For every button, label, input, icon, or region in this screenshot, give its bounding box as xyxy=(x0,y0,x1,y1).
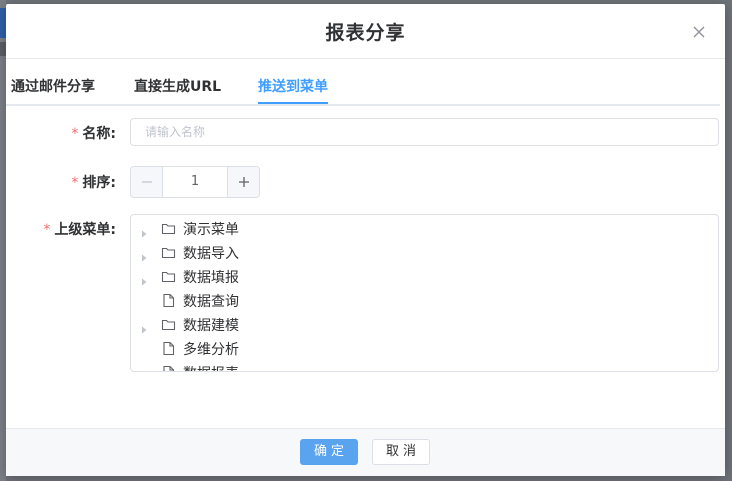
caret-right-icon[interactable] xyxy=(139,248,149,262)
confirm-button[interactable]: 确定 xyxy=(300,439,358,465)
cancel-button[interactable]: 取消 xyxy=(372,439,430,465)
folder-icon xyxy=(161,245,176,260)
minus-icon xyxy=(141,181,152,183)
tab-generate-url[interactable]: 直接生成URL xyxy=(134,76,221,96)
order-label: * 排序: xyxy=(71,172,116,192)
caret-right-icon[interactable] xyxy=(139,320,149,334)
tree-node-label: 数据查询 xyxy=(183,294,239,310)
tree-node[interactable]: 数据导入 xyxy=(131,241,718,265)
order-label-text: 排序: xyxy=(82,175,116,191)
dialog-footer: 确定 取消 xyxy=(6,428,725,476)
name-label: * 名称: xyxy=(71,123,116,143)
close-button[interactable] xyxy=(691,24,707,40)
dialog-title: 报表分享 xyxy=(325,22,406,44)
tree-node[interactable]: 数据查询 xyxy=(131,289,718,313)
parent-menu-label: * 上级菜单: xyxy=(43,219,116,239)
plus-icon xyxy=(238,177,249,187)
report-share-dialog: 报表分享 通过邮件分享 直接生成URL 推送到菜单 *名称: *排序: 1 *上… xyxy=(6,4,725,476)
order-value[interactable]: 1 xyxy=(163,167,227,197)
tree-node[interactable]: 数据建模 xyxy=(131,313,718,337)
parent-menu-tree[interactable]: 演示菜单数据导入数据填报数据查询数据建模多维分析数据报表 xyxy=(130,214,719,372)
caret-right-icon[interactable] xyxy=(139,224,149,238)
required-mark: * xyxy=(71,175,79,191)
tree-node-label: 数据导入 xyxy=(183,246,239,262)
caret-right-icon[interactable] xyxy=(139,272,149,286)
close-icon xyxy=(693,26,705,38)
share-tabs: 通过邮件分享 直接生成URL 推送到菜单 xyxy=(6,62,720,106)
active-tab-indicator xyxy=(258,102,328,104)
order-stepper: 1 xyxy=(130,166,260,198)
folder-icon xyxy=(161,221,176,236)
parent-menu-label-text: 上级菜单: xyxy=(54,222,116,238)
folder-icon xyxy=(161,317,176,332)
name-label-text: 名称: xyxy=(82,126,116,142)
increment-button[interactable] xyxy=(227,167,259,197)
tree-node-label: 数据建模 xyxy=(183,318,239,334)
tree-node[interactable]: 数据填报 xyxy=(131,265,718,289)
tree-node[interactable]: 多维分析 xyxy=(131,337,718,361)
tree-node-label: 数据填报 xyxy=(183,270,239,286)
file-icon xyxy=(161,365,176,371)
dialog-header: 报表分享 xyxy=(6,4,725,59)
tree-node-label: 多维分析 xyxy=(183,342,239,358)
tree-node[interactable]: 演示菜单 xyxy=(131,217,718,241)
file-icon xyxy=(161,293,176,308)
name-input[interactable] xyxy=(130,118,719,146)
file-icon xyxy=(161,341,176,356)
tree-node-label: 数据报表 xyxy=(183,363,239,371)
tree-node-label: 演示菜单 xyxy=(183,222,239,238)
decrement-button[interactable] xyxy=(131,167,163,197)
required-mark: * xyxy=(71,126,79,142)
tab-push-to-menu[interactable]: 推送到菜单 xyxy=(258,76,328,96)
folder-icon xyxy=(161,269,176,284)
required-mark: * xyxy=(43,222,51,238)
tab-email-share[interactable]: 通过邮件分享 xyxy=(11,76,95,96)
tree-node[interactable]: 数据报表 xyxy=(131,361,718,371)
